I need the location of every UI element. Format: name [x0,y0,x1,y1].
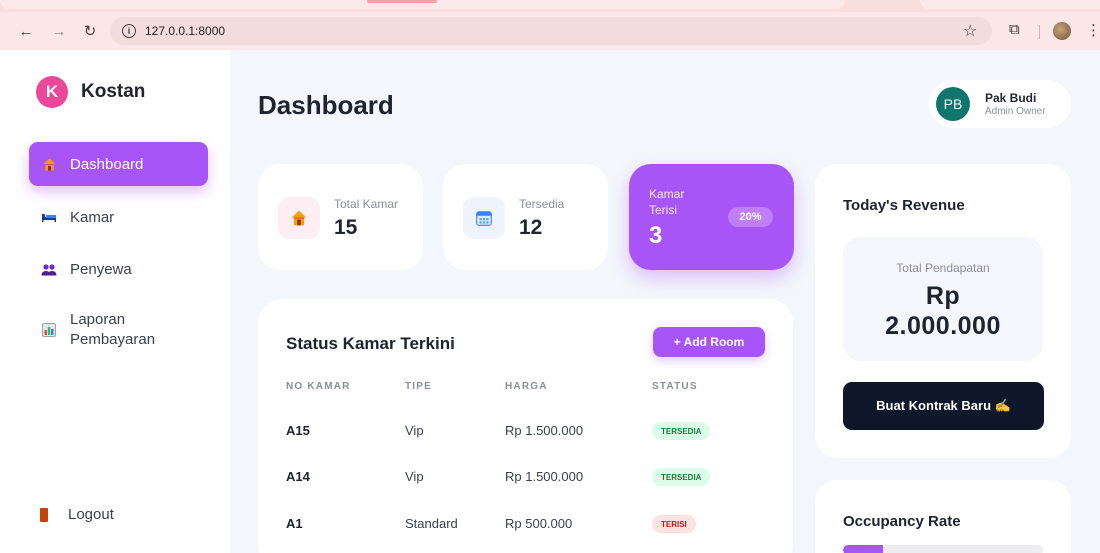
revenue-value: 2.000.000 [885,312,1001,340]
people-icon [41,261,57,277]
column-header-tipe: TIPE [405,381,433,392]
user-profile[interactable]: PB Pak Budi Admin Owner [929,80,1071,128]
occupancy-progress-bar [843,545,1043,553]
browser-toolbar: ← → ↻ i ☆ ⧉ ⋮ [0,12,1100,50]
back-arrow-icon[interactable]: ← [16,21,36,41]
stat-value: 15 [334,216,358,239]
percentage-badge: 20% [728,207,773,227]
section-title: Today's Revenue [843,197,965,214]
page-title: Dashboard [258,90,394,120]
create-contract-button[interactable]: Buat Kontrak Baru ✍️ [843,382,1044,430]
revenue-amount: Rp 2.000.000 [843,281,1043,341]
column-header-status: STATUS [652,381,698,392]
room-type: Vip [405,469,424,484]
brand-logo: K [36,76,68,108]
site-info-icon[interactable]: i [122,24,136,38]
extensions-puzzle-icon[interactable]: ⧉ [1009,21,1020,38]
room-number: A15 [286,423,310,438]
browser-tab-indicator [367,0,437,3]
status-badge: TERSEDIA [652,468,711,486]
status-badge: TERSEDIA [652,422,711,440]
room-number: A14 [286,469,310,484]
stat-label: Tersedia [519,197,565,211]
house-icon [41,156,57,172]
forward-arrow-icon[interactable]: → [49,21,69,41]
column-header-no-kamar: NO KAMAR [286,381,351,392]
logout-button[interactable]: Logout [40,506,114,523]
stat-card-tersedia: Tersedia 12 [443,164,608,270]
sidebar-item-label: Penyewa [70,260,132,278]
user-name: Pak Budi [985,91,1037,105]
room-type: Vip [405,423,424,438]
url-input[interactable] [145,24,545,38]
room-price: Rp 1.500.000 [505,469,584,484]
sidebar: K Kostan Dashboard Kamar Penyewa Laporan… [0,50,230,553]
sidebar-item-laporan-pembayaran[interactable]: Laporan Pembayaran [29,308,208,352]
user-role: Admin Owner [985,106,1046,117]
stat-value: 12 [519,216,543,239]
revenue-summary: Total Pendapatan Rp 2.000.000 [843,237,1043,361]
browser-tab[interactable] [920,0,1100,9]
door-icon [40,507,48,522]
toolbar-divider [1039,25,1040,39]
room-price: Rp 1.500.000 [505,423,584,438]
profile-avatar-icon[interactable] [1053,22,1071,40]
bed-icon [41,209,57,225]
section-title: Occupancy Rate [843,513,961,530]
avatar: PB [936,87,970,121]
house-icon [278,197,320,239]
stat-label: Total Kamar [334,197,399,211]
column-header-harga: HARGA [505,381,548,392]
status-badge: TERISI [652,515,696,533]
sidebar-item-label: Dashboard [70,155,144,173]
room-number: A1 [286,516,303,531]
revenue-card: Today's Revenue Total Pendapatan Rp 2.00… [815,164,1071,458]
sidebar-item-label-line: Laporan [70,311,126,328]
table-row[interactable]: A15 Vip Rp 1.500.000 TERSEDIA [258,415,793,445]
sidebar-item-kamar[interactable]: Kamar [29,206,208,228]
bar-chart-icon [41,322,57,338]
sidebar-item-penyewa[interactable]: Penyewa [29,258,208,280]
room-status-card: Status Kamar Terkini + Add Room NO KAMAR… [258,299,793,553]
room-price: Rp 500.000 [505,516,573,531]
stat-value: 3 [649,222,663,249]
user-info: Pak Budi Admin Owner [985,91,1046,117]
occupancy-progress-fill [843,545,883,553]
reload-icon[interactable]: ↻ [80,21,100,41]
sidebar-item-label: Laporan Pembayaran [70,310,155,350]
occupancy-card: Occupancy Rate [815,480,1071,553]
revenue-currency: Rp [925,282,961,310]
table-row[interactable]: A1 Standard Rp 500.000 TERISI [258,508,793,538]
room-type: Standard [405,516,458,531]
stat-label: Kamar Terisi [649,187,685,217]
section-title: Status Kamar Terkini [286,334,455,353]
calendar-icon [463,197,505,239]
kebab-menu-icon[interactable]: ⋮ [1086,21,1100,39]
stat-card-total-kamar: Total Kamar 15 [258,164,423,270]
brand-name: Kostan [81,81,146,102]
address-bar[interactable]: i [110,17,992,45]
bookmark-star-icon[interactable]: ☆ [963,21,977,41]
sidebar-item-dashboard[interactable]: Dashboard [29,142,208,186]
brand[interactable]: K Kostan [36,76,145,108]
sidebar-item-label-line: Pembayaran [70,331,156,348]
add-room-button[interactable]: + Add Room [653,327,765,357]
table-row[interactable]: A14 Vip Rp 1.500.000 TERSEDIA [258,461,793,491]
revenue-label: Total Pendapatan [896,261,990,275]
logout-label: Logout [68,506,114,523]
sidebar-item-label: Kamar [70,208,115,226]
stat-card-kamar-terisi: Kamar Terisi 3 20% [629,164,794,270]
